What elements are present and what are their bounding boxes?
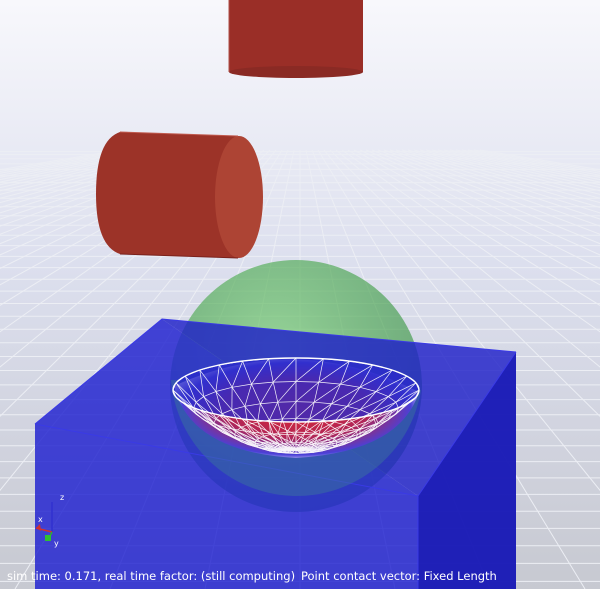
upper-cylinder[interactable] — [228, 0, 363, 78]
simulation-viewport[interactable]: z x y sim time: 0.171, real time factor:… — [0, 0, 600, 589]
lower-cylinder[interactable] — [96, 131, 263, 259]
contact-mode-status: Point contact vector: Fixed Length — [301, 569, 497, 583]
axis-y-label: y — [54, 539, 59, 548]
sim-time-status: sim time: 0.171, real time factor: (stil… — [7, 569, 296, 583]
3d-scene[interactable]: z x y — [0, 0, 600, 589]
axis-z-label: z — [60, 493, 64, 502]
axis-x-label: x — [38, 515, 43, 524]
